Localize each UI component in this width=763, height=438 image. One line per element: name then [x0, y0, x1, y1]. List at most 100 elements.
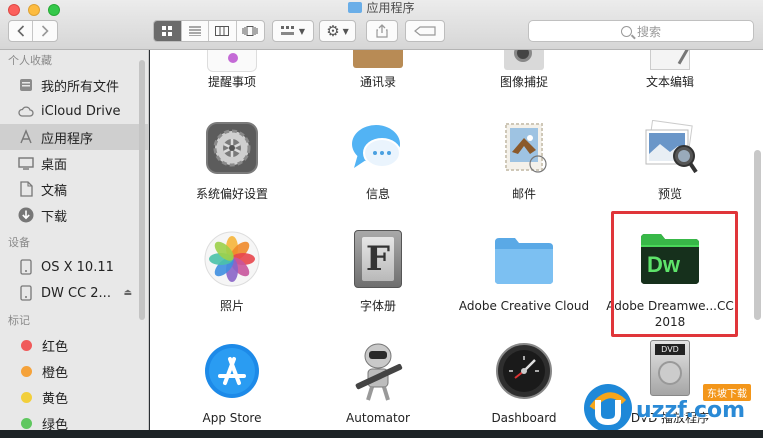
sidebar: 个人收藏 我的所有文件 iCloud Drive 应用程序 桌面 文稿 下载 设… — [0, 50, 149, 430]
arrange-button[interactable]: ▼ — [272, 20, 314, 42]
download-icon — [18, 207, 34, 223]
sidebar-item-documents[interactable]: 文稿 — [0, 176, 148, 202]
app-label: App Store — [202, 411, 262, 425]
textedit-icon — [650, 50, 690, 70]
watermark-brand: uzzf.com — [636, 398, 746, 423]
app-label: 系统偏好设置 — [195, 187, 268, 201]
view-mode-switcher — [153, 20, 265, 42]
app-reminders[interactable]: 提醒事项 — [162, 50, 302, 90]
window-toolbar: 应用程序 ▼ ⚙ ▼ 搜索 — [0, 0, 763, 50]
desktop-icon — [18, 155, 34, 171]
column-view-button[interactable] — [209, 21, 237, 41]
icon-view-button[interactable] — [154, 21, 182, 41]
app-mail[interactable]: 邮件 — [454, 120, 594, 202]
sidebar-tag-green[interactable]: 绿色 — [0, 410, 148, 430]
sidebar-item-downloads[interactable]: 下载 — [0, 202, 148, 228]
tag-dot-icon — [21, 365, 32, 377]
photos-flower-icon — [203, 230, 261, 291]
grid-icon — [161, 25, 172, 36]
app-label: Automator — [346, 411, 410, 425]
gear-icon — [204, 120, 260, 179]
app-label: 信息 — [365, 187, 390, 201]
tag-button[interactable] — [405, 20, 445, 42]
cover-flow-button[interactable] — [237, 21, 264, 41]
app-label: 图像捕捉 — [499, 75, 548, 89]
back-button[interactable] — [9, 21, 33, 41]
sidebar-item-label: 我的所有文件 — [41, 79, 120, 95]
app-textedit[interactable]: 文本编辑 — [600, 50, 740, 90]
disk-icon — [18, 285, 34, 301]
action-button[interactable]: ⚙ ▼ — [319, 20, 356, 42]
sidebar-item-all-files[interactable]: 我的所有文件 — [0, 72, 148, 98]
camera-icon — [504, 50, 544, 70]
app-label: 预览 — [657, 187, 682, 201]
sidebar-tag-orange[interactable]: 橙色 — [0, 358, 148, 384]
sidebar-item-icloud-drive[interactable]: iCloud Drive — [0, 98, 148, 124]
sidebar-item-applications[interactable]: 应用程序 — [0, 124, 148, 150]
folder-icon — [493, 236, 555, 289]
tag-dot-icon — [21, 417, 32, 429]
devices-header: 设备 — [8, 236, 30, 249]
watermark-badge: 东坡下载 — [703, 384, 751, 401]
app-label: Dashboard — [491, 411, 557, 425]
app-system-preferences[interactable]: 系统偏好设置 — [162, 120, 302, 202]
app-store[interactable]: App Store — [162, 342, 302, 426]
tags-header: 标记 — [8, 314, 30, 327]
sidebar-item-label: 绿色 — [42, 417, 69, 431]
preview-photos-icon — [640, 119, 700, 179]
sidebar-scrollbar[interactable] — [139, 60, 145, 320]
favorites-header: 个人收藏 — [8, 54, 52, 67]
tag-icon — [414, 26, 436, 36]
message-bubble-icon — [349, 120, 407, 179]
folder-icon — [348, 2, 363, 13]
disk-icon — [18, 259, 34, 275]
sidebar-item-label: 橙色 — [42, 365, 69, 381]
dashboard-gauge-icon — [495, 342, 553, 403]
desktop-background — [0, 430, 763, 438]
app-photos[interactable]: 照片 — [162, 230, 302, 314]
nav-buttons — [8, 20, 58, 42]
tag-dot-icon — [21, 339, 32, 351]
app-store-icon — [203, 342, 261, 403]
app-font-book[interactable]: F 字体册 — [308, 230, 448, 314]
app-label: 照片 — [219, 299, 244, 313]
content-scrollbar[interactable] — [754, 150, 761, 320]
tag-dot-icon — [21, 391, 32, 403]
app-label: 通讯录 — [359, 75, 396, 89]
app-label: 文本编辑 — [645, 75, 694, 89]
robot-icon — [348, 342, 408, 407]
app-label: 邮件 — [511, 187, 536, 201]
sidebar-item-label: 下载 — [41, 209, 68, 225]
applications-icon — [18, 129, 34, 145]
sidebar-item-label: 桌面 — [41, 157, 68, 173]
eject-icon[interactable]: ⏏ — [123, 288, 132, 298]
search-field[interactable]: 搜索 — [528, 20, 754, 42]
all-files-icon — [18, 77, 34, 93]
sidebar-item-dw-cc[interactable]: DW CC 2... ⏏ — [0, 280, 148, 306]
sidebar-item-label: 红色 — [42, 339, 69, 355]
forward-button[interactable] — [33, 21, 57, 41]
app-adobe-creative-cloud[interactable]: Adobe Creative Cloud — [454, 230, 594, 314]
app-image-capture[interactable]: 图像捕捉 — [454, 50, 594, 90]
chevron-right-icon — [41, 25, 49, 37]
app-label: 字体册 — [359, 299, 396, 313]
sidebar-tag-red[interactable]: 红色 — [0, 332, 148, 358]
sidebar-item-label: 黄色 — [42, 391, 69, 407]
columns-icon — [215, 26, 230, 36]
sidebar-item-os-x[interactable]: OS X 10.11 — [0, 254, 148, 280]
app-preview[interactable]: 预览 — [600, 119, 740, 202]
reminders-icon — [207, 50, 257, 72]
app-dashboard[interactable]: Dashboard — [454, 342, 594, 426]
cloud-icon — [18, 103, 34, 119]
list-view-button[interactable] — [182, 21, 210, 41]
app-contacts[interactable]: 通讯录 — [308, 50, 448, 90]
app-automator[interactable]: Automator — [308, 342, 448, 426]
sidebar-tag-yellow[interactable]: 黄色 — [0, 384, 148, 410]
gear-icon: ⚙ — [326, 22, 340, 40]
window-title: 应用程序 — [0, 0, 763, 16]
app-messages[interactable]: 信息 — [308, 120, 448, 202]
sidebar-item-desktop[interactable]: 桌面 — [0, 150, 148, 176]
contacts-icon — [353, 50, 403, 68]
share-button[interactable] — [366, 20, 398, 42]
watermark: uzzf.com 东坡下载 — [578, 378, 763, 438]
